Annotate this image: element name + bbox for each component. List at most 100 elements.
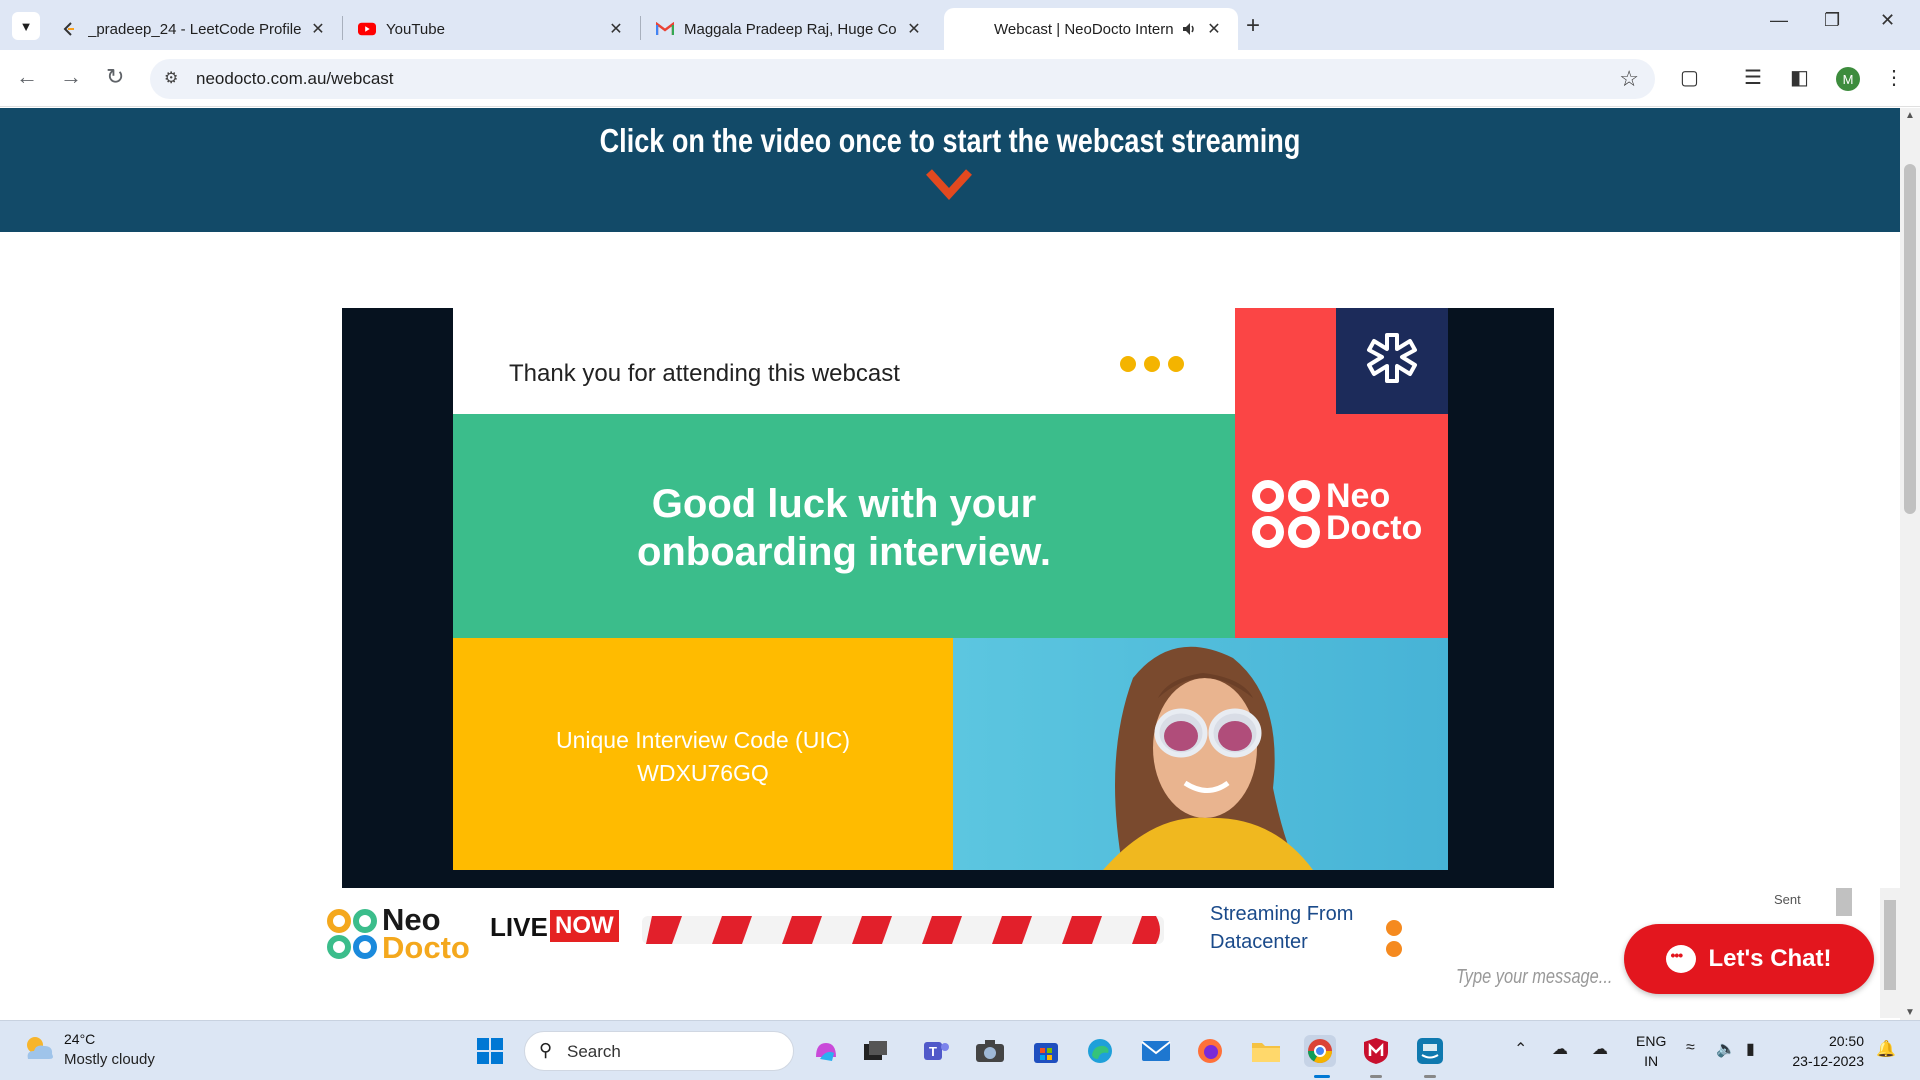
menu-kebab-icon[interactable]: ⋮ (1884, 65, 1904, 90)
mcafee-icon[interactable] (1360, 1035, 1392, 1067)
slide-logo-neo: Neo (1326, 477, 1391, 515)
scroll-down-icon[interactable]: ▼ (1905, 1007, 1915, 1018)
clock-time: 20:50 (1828, 1033, 1864, 1049)
language-indicator[interactable]: ENG IN (1636, 1031, 1666, 1071)
message-line-1: Good luck with your (651, 482, 1037, 526)
cloud-icon[interactable]: ☁ (1592, 1039, 1608, 1059)
mail-icon[interactable] (1140, 1035, 1172, 1067)
new-tab-button[interactable]: + (1246, 12, 1260, 40)
language-code: ENG (1636, 1033, 1667, 1049)
live-label: LIVE (490, 912, 548, 942)
tab-separator (640, 16, 641, 40)
windows-taskbar: 24°C Mostly cloudy ⚲ Search T ⌃ ☁ ☁ ENG … (0, 1020, 1920, 1080)
region-code: IN (1644, 1053, 1659, 1069)
svg-text:T: T (929, 1044, 937, 1059)
running-app-indicator (1370, 1075, 1382, 1078)
sent-status: Sent (1774, 892, 1801, 907)
lets-chat-button[interactable]: Let's Chat! (1624, 924, 1874, 994)
chevron-down-icon: ▼ (19, 18, 33, 34)
taskbar-search[interactable]: ⚲ Search (524, 1031, 794, 1071)
tab-leetcode[interactable]: _pradeep_24 - LeetCode Profile ✕ (46, 8, 342, 50)
restore-button[interactable]: ❐ (1824, 10, 1840, 31)
tab-strip: ▼ _pradeep_24 - LeetCode Profile ✕ YouTu… (0, 0, 1920, 50)
reload-icon[interactable]: ↻ (106, 64, 124, 90)
notification-bell-icon[interactable]: 🔔 (1876, 1039, 1896, 1059)
url-text[interactable]: neodocto.com.au/webcast (196, 69, 394, 89)
good-luck-message: Good luck with your onboarding interview… (453, 480, 1235, 576)
onedrive-offline-icon[interactable]: ☁ (1552, 1039, 1568, 1059)
youtube-icon (358, 20, 376, 38)
neodocto-logo-icon (1252, 480, 1320, 548)
forward-arrow-icon[interactable]: → (60, 64, 82, 90)
slide-header: Thank you for attending this webcast (453, 308, 1235, 414)
firefox-icon[interactable] (1194, 1035, 1226, 1067)
close-icon[interactable]: ✕ (308, 19, 328, 39)
close-icon[interactable]: ✕ (1204, 19, 1224, 39)
tab-title: Webcast | NeoDocto Intern (994, 20, 1174, 38)
tab-title: Maggala Pradeep Raj, Huge Co (684, 20, 897, 38)
slide-message-panel: Good luck with your onboarding interview… (453, 414, 1235, 638)
bookmark-star-icon[interactable]: ☆ (1619, 66, 1639, 92)
site-info-icon[interactable]: ⚙ (164, 68, 178, 88)
camera-icon[interactable] (974, 1035, 1006, 1067)
edge-icon[interactable] (1084, 1035, 1116, 1067)
system-clock[interactable]: 20:50 23-12-2023 (1784, 1031, 1864, 1071)
instruction-banner: Click on the video once to start the web… (0, 108, 1900, 232)
battery-icon[interactable]: ▮ (1746, 1039, 1755, 1059)
scroll-up-icon[interactable]: ▲ (1905, 110, 1915, 121)
volume-icon[interactable]: 🔈 (1716, 1039, 1736, 1059)
uic-block: Unique Interview Code (UIC) WDXU76GQ (453, 724, 953, 790)
asterisk-logo-icon (1367, 333, 1417, 383)
back-arrow-icon[interactable]: ← (16, 64, 38, 90)
search-label: Search (567, 1042, 621, 1061)
woman-sunglasses-image (1103, 646, 1313, 870)
close-icon[interactable]: ✕ (606, 19, 626, 39)
tab-separator (342, 16, 343, 40)
tab-youtube[interactable]: YouTube ✕ (344, 8, 640, 50)
media-controls-icon[interactable]: ☰ (1744, 65, 1762, 90)
tab-title: _pradeep_24 - LeetCode Profile (88, 20, 302, 38)
message-line-2: onboarding interview. (636, 530, 1052, 574)
windows-start-icon[interactable] (474, 1035, 506, 1067)
neodocto-logo: Neo Docto (326, 902, 470, 965)
temperature: 24°C (64, 1031, 96, 1047)
slide-uic-panel: Unique Interview Code (UIC) WDXU76GQ (453, 638, 953, 870)
close-window-button[interactable]: ✕ (1880, 10, 1895, 31)
slide-logo-docto: Docto (1326, 509, 1423, 547)
slide-photo (953, 638, 1448, 870)
scrollbar-thumb[interactable] (1884, 900, 1896, 990)
scrollbar-thumb[interactable] (1904, 164, 1916, 514)
cloudy-weather-icon (27, 1037, 53, 1059)
store-icon[interactable] (1030, 1035, 1062, 1067)
tab-search-button[interactable]: ▼ (12, 12, 40, 40)
speaker-icon[interactable] (1180, 20, 1198, 38)
chat-message-input[interactable]: Type your message... (1456, 966, 1612, 989)
copilot-icon[interactable] (810, 1035, 842, 1067)
prime-video-icon[interactable] (1414, 1035, 1446, 1067)
slide-logo-text: Neo Docto (1326, 477, 1423, 547)
teams-icon[interactable]: T (920, 1035, 952, 1067)
close-icon[interactable]: ✕ (904, 19, 924, 39)
wifi-icon[interactable]: ≈ (1686, 1039, 1695, 1057)
file-explorer-icon[interactable] (1250, 1035, 1282, 1067)
banner-headline: Click on the video once to start the web… (599, 122, 1301, 159)
show-hidden-icons-chevron[interactable]: ⌃ (1514, 1039, 1527, 1059)
chat-bubble-icon (1666, 945, 1697, 973)
tab-webcast[interactable]: Webcast | NeoDocto Intern ✕ (944, 8, 1238, 50)
address-bar[interactable]: ⚙ neodocto.com.au/webcast ☆ (150, 59, 1655, 99)
minimize-button[interactable]: — (1770, 10, 1788, 31)
side-panel-icon[interactable]: ◧ (1790, 65, 1809, 90)
page-scrollbar[interactable]: ▲ ▼ (1900, 108, 1920, 1020)
extensions-icon[interactable]: ▢ (1680, 65, 1699, 90)
chrome-icon[interactable] (1304, 1035, 1336, 1067)
decorative-dots (1120, 356, 1192, 377)
chat-scrollbar[interactable] (1880, 888, 1900, 1018)
task-view-icon[interactable] (860, 1035, 892, 1067)
search-icon: ⚲ (539, 1040, 553, 1060)
chat-log-scrollbar[interactable] (1836, 888, 1852, 916)
tab-title: YouTube (386, 20, 445, 38)
profile-avatar[interactable]: M (1836, 67, 1860, 91)
running-app-indicator (1424, 1075, 1436, 1078)
browser-toolbar: ← → ↻ ⚙ neodocto.com.au/webcast ☆ ▢ ☰ ◧ … (0, 50, 1920, 107)
tab-gmail[interactable]: Maggala Pradeep Raj, Huge Co ✕ (642, 8, 938, 50)
